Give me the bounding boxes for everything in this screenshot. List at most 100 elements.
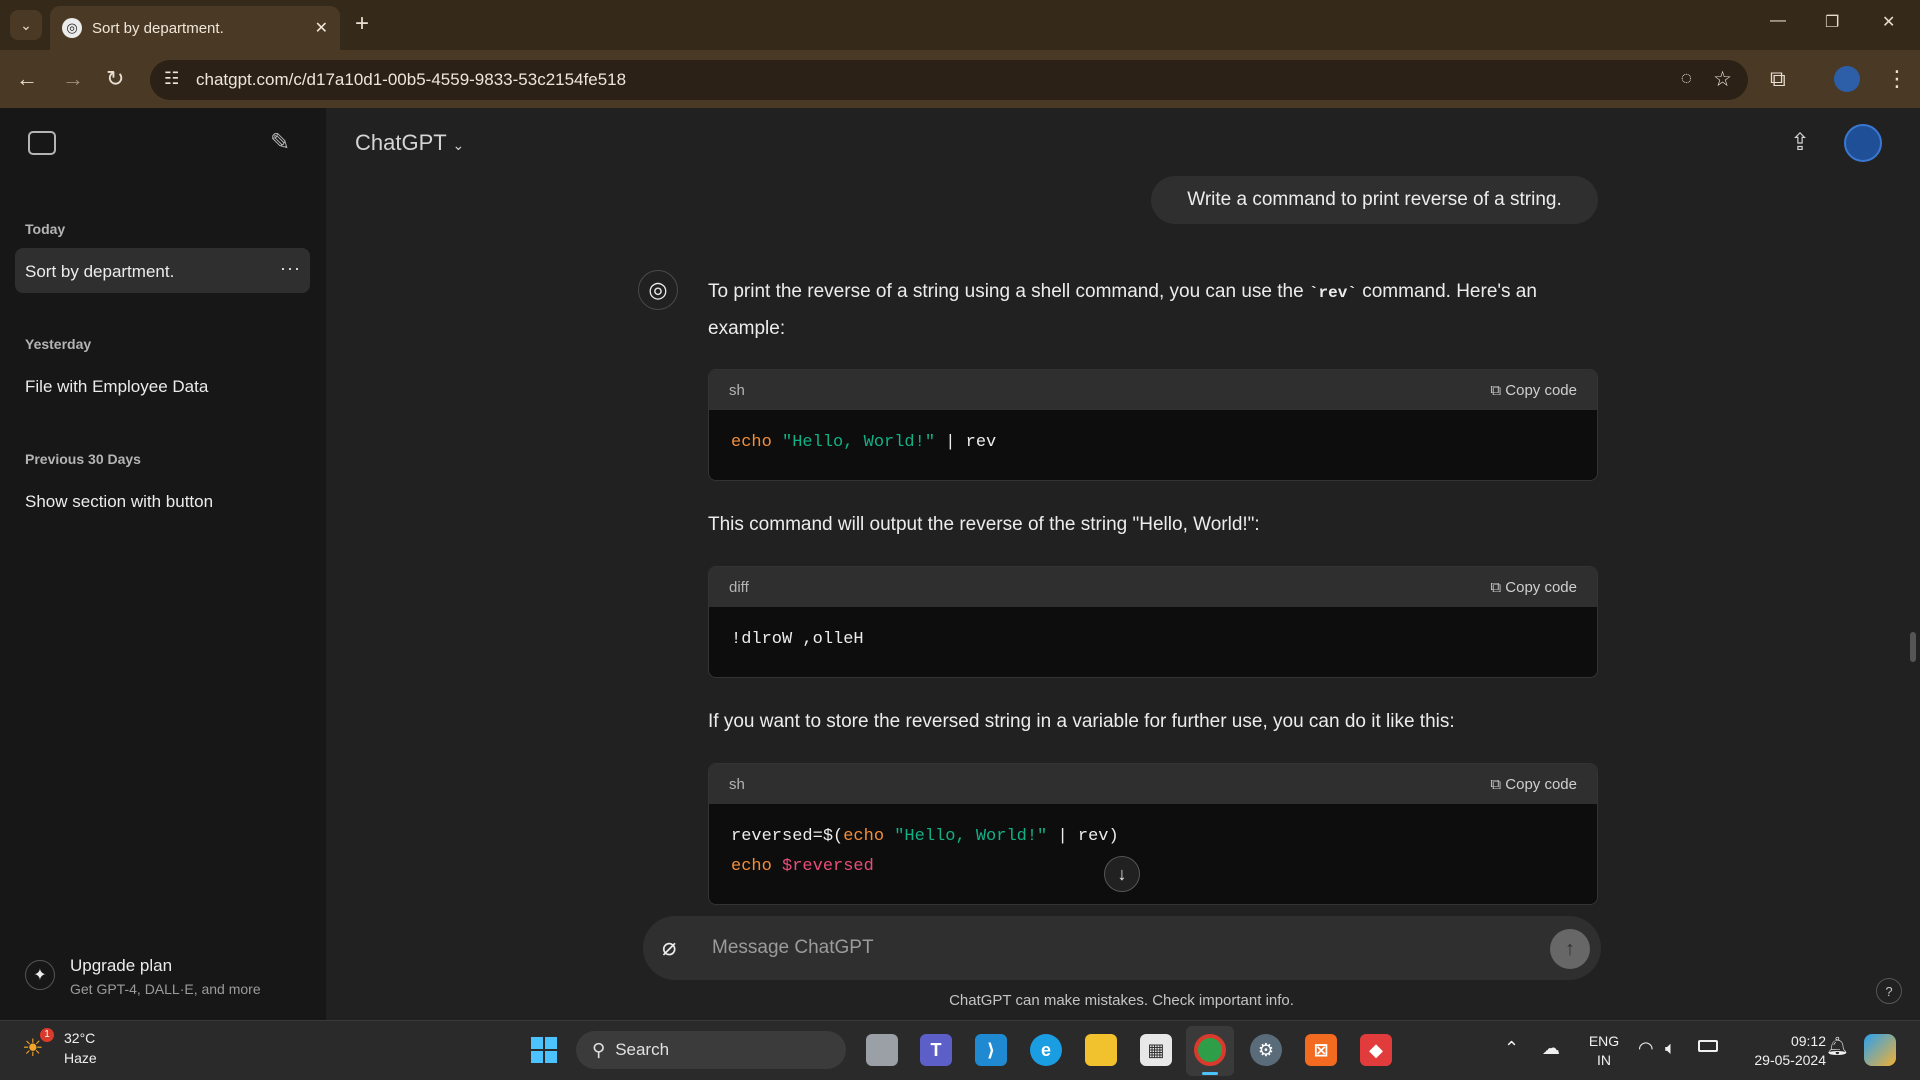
arrow-up-icon: ↑: [1565, 937, 1575, 960]
toggle-sidebar-icon[interactable]: [28, 131, 56, 155]
chrome-active-indicator: [1202, 1072, 1218, 1075]
share-icon[interactable]: ⇪: [1790, 128, 1810, 157]
sidebar-item-show-section[interactable]: Show section with button: [25, 492, 213, 512]
date: 29-05-2024: [1754, 1052, 1826, 1068]
code-rest: | rev): [1047, 827, 1119, 846]
copy-code-button[interactable]: ⧉ Copy code: [1490, 382, 1577, 399]
copy-code-button[interactable]: ⧉ Copy code: [1490, 776, 1577, 793]
settings-gear-icon[interactable]: ⚙: [1250, 1034, 1282, 1066]
copy-label: Copy code: [1505, 381, 1577, 399]
sidebar-item-employee-data[interactable]: File with Employee Data: [25, 377, 208, 397]
volume-icon[interactable]: 🔈︎: [1665, 1038, 1676, 1059]
para1-text-a: To print the reverse of a string using a…: [708, 281, 1309, 302]
new-tab-icon[interactable]: +: [355, 10, 369, 38]
input-language[interactable]: ENG IN: [1584, 1032, 1624, 1070]
code-content: !dlroW ,olleH: [731, 630, 864, 649]
sidebar-section-today: Today: [25, 221, 66, 237]
tracking-eye-icon[interactable]: ◌: [1681, 68, 1692, 90]
battery-icon[interactable]: [1698, 1040, 1718, 1052]
code-lang-label: sh: [729, 775, 745, 793]
notification-bell-icon[interactable]: 🔔︎: [1826, 1036, 1849, 1057]
teams-icon[interactable]: T: [920, 1034, 952, 1066]
code-lang-label: sh: [729, 381, 745, 399]
code-block-2: diff ⧉ Copy code !dlroW ,olleH: [708, 566, 1598, 678]
code-keyword: echo: [731, 433, 772, 452]
model-selector[interactable]: ChatGPT ⌄: [355, 130, 464, 156]
chevron-down-icon: ⌄: [452, 137, 465, 153]
reload-icon[interactable]: ↻: [106, 66, 124, 92]
code-content: reversed=$(echo "Hello, World!" | rev) e…: [709, 804, 1597, 900]
assistant-paragraph-1: To print the reverse of a string using a…: [708, 274, 1598, 347]
weather-temp: 32°C: [64, 1030, 96, 1046]
attach-icon[interactable]: ⌀: [662, 933, 676, 962]
bookmark-star-icon[interactable]: ☆: [1713, 67, 1732, 92]
code-lang-label: diff: [729, 578, 749, 596]
user-message: Write a command to print reverse of a st…: [1151, 176, 1598, 224]
help-icon[interactable]: ?: [1876, 978, 1902, 1004]
assistant-paragraph-2: This command will output the reverse of …: [708, 514, 1260, 535]
code-line-1: reversed=$(echo "Hello, World!" | rev): [731, 822, 1575, 852]
chatgpt-favicon-icon: ◎: [62, 18, 82, 38]
browser-tab[interactable]: ◎ Sort by department. ✕: [50, 6, 340, 50]
forward-icon[interactable]: →: [62, 66, 84, 92]
new-chat-icon[interactable]: ✎: [270, 128, 290, 157]
clock[interactable]: 09:12 29-05-2024: [1736, 1032, 1826, 1070]
model-name: ChatGPT: [355, 130, 447, 155]
tab-close-icon[interactable]: ✕: [315, 18, 328, 38]
code-variable: $reversed: [782, 857, 874, 876]
file-explorer-icon[interactable]: [1085, 1034, 1117, 1066]
tab-search-button[interactable]: ⌄: [10, 10, 42, 40]
time: 09:12: [1790, 1033, 1826, 1049]
inline-code-rev: `rev`: [1308, 284, 1357, 302]
xampp-icon[interactable]: ⊠: [1305, 1034, 1337, 1066]
tray-chevron-up-icon[interactable]: ⌃: [1504, 1038, 1519, 1059]
anydesk-icon[interactable]: ◆: [1360, 1034, 1392, 1066]
assistant-paragraph-3: If you want to store the reversed string…: [708, 711, 1455, 732]
code-keyword: echo: [731, 857, 772, 876]
wifi-icon[interactable]: ◠: [1638, 1038, 1654, 1059]
user-avatar[interactable]: [1844, 124, 1882, 162]
sidebar-item-sort-by-department[interactable]: Sort by department.: [25, 262, 174, 282]
url-text: chatgpt.com/c/d17a10d1-00b5-4559-9833-53…: [196, 70, 627, 89]
onedrive-offline-icon[interactable]: ☁: [1542, 1038, 1560, 1059]
window-close-icon[interactable]: ✕: [1882, 12, 1895, 32]
site-info-icon[interactable]: ☷: [164, 69, 179, 89]
back-icon[interactable]: ←: [16, 66, 38, 92]
vscode-icon[interactable]: ⟩: [975, 1034, 1007, 1066]
language-code: ENG: [1588, 1033, 1620, 1049]
profile-avatar-icon[interactable]: [1834, 66, 1860, 92]
minimize-icon[interactable]: —: [1770, 12, 1786, 30]
send-button[interactable]: ↑: [1550, 929, 1590, 969]
weather-widget[interactable]: ☀ 1 32°C Haze: [22, 1028, 112, 1072]
microsoft-store-icon[interactable]: ▦: [1140, 1034, 1172, 1066]
edge-icon[interactable]: e: [1030, 1034, 1062, 1066]
extensions-icon[interactable]: ⧉: [1770, 66, 1786, 92]
search-icon: ⚲: [592, 1039, 606, 1060]
code-block-1: sh ⧉ Copy code echo "Hello, World!" | rev: [708, 369, 1598, 481]
page-scrollbar[interactable]: [1910, 632, 1916, 662]
code-string: "Hello, World!": [894, 827, 1048, 846]
message-input[interactable]: Message ChatGPT: [712, 937, 874, 959]
code-text: reversed=$(: [731, 827, 844, 846]
copy-icon: ⧉: [1490, 578, 1502, 596]
sidebar-section-previous-30-days: Previous 30 Days: [25, 451, 141, 467]
taskbar-search[interactable]: ⚲ Search: [576, 1031, 846, 1069]
restore-icon[interactable]: ❐: [1825, 12, 1839, 32]
browser-menu-icon[interactable]: ⋮: [1886, 66, 1908, 92]
chrome-icon[interactable]: [1194, 1034, 1226, 1066]
copy-label: Copy code: [1505, 775, 1577, 793]
weather-desc: Haze: [64, 1050, 97, 1066]
code-line-2: echo $reversed: [731, 852, 1575, 882]
task-view-icon[interactable]: [866, 1034, 898, 1066]
copy-code-button[interactable]: ⧉ Copy code: [1490, 579, 1577, 596]
copy-label: Copy code: [1505, 578, 1577, 596]
start-windows-icon[interactable]: [528, 1034, 560, 1066]
chat-options-icon[interactable]: ···: [280, 258, 301, 279]
code-string: "Hello, World!": [782, 433, 936, 452]
code-rest: | rev: [935, 433, 997, 452]
copilot-icon[interactable]: [1864, 1034, 1896, 1066]
scroll-down-icon[interactable]: ↓: [1104, 856, 1140, 892]
address-bar[interactable]: ☷ chatgpt.com/c/d17a10d1-00b5-4559-9833-…: [150, 60, 1748, 100]
copy-icon: ⧉: [1490, 381, 1502, 399]
windows-taskbar: [0, 1020, 1920, 1080]
